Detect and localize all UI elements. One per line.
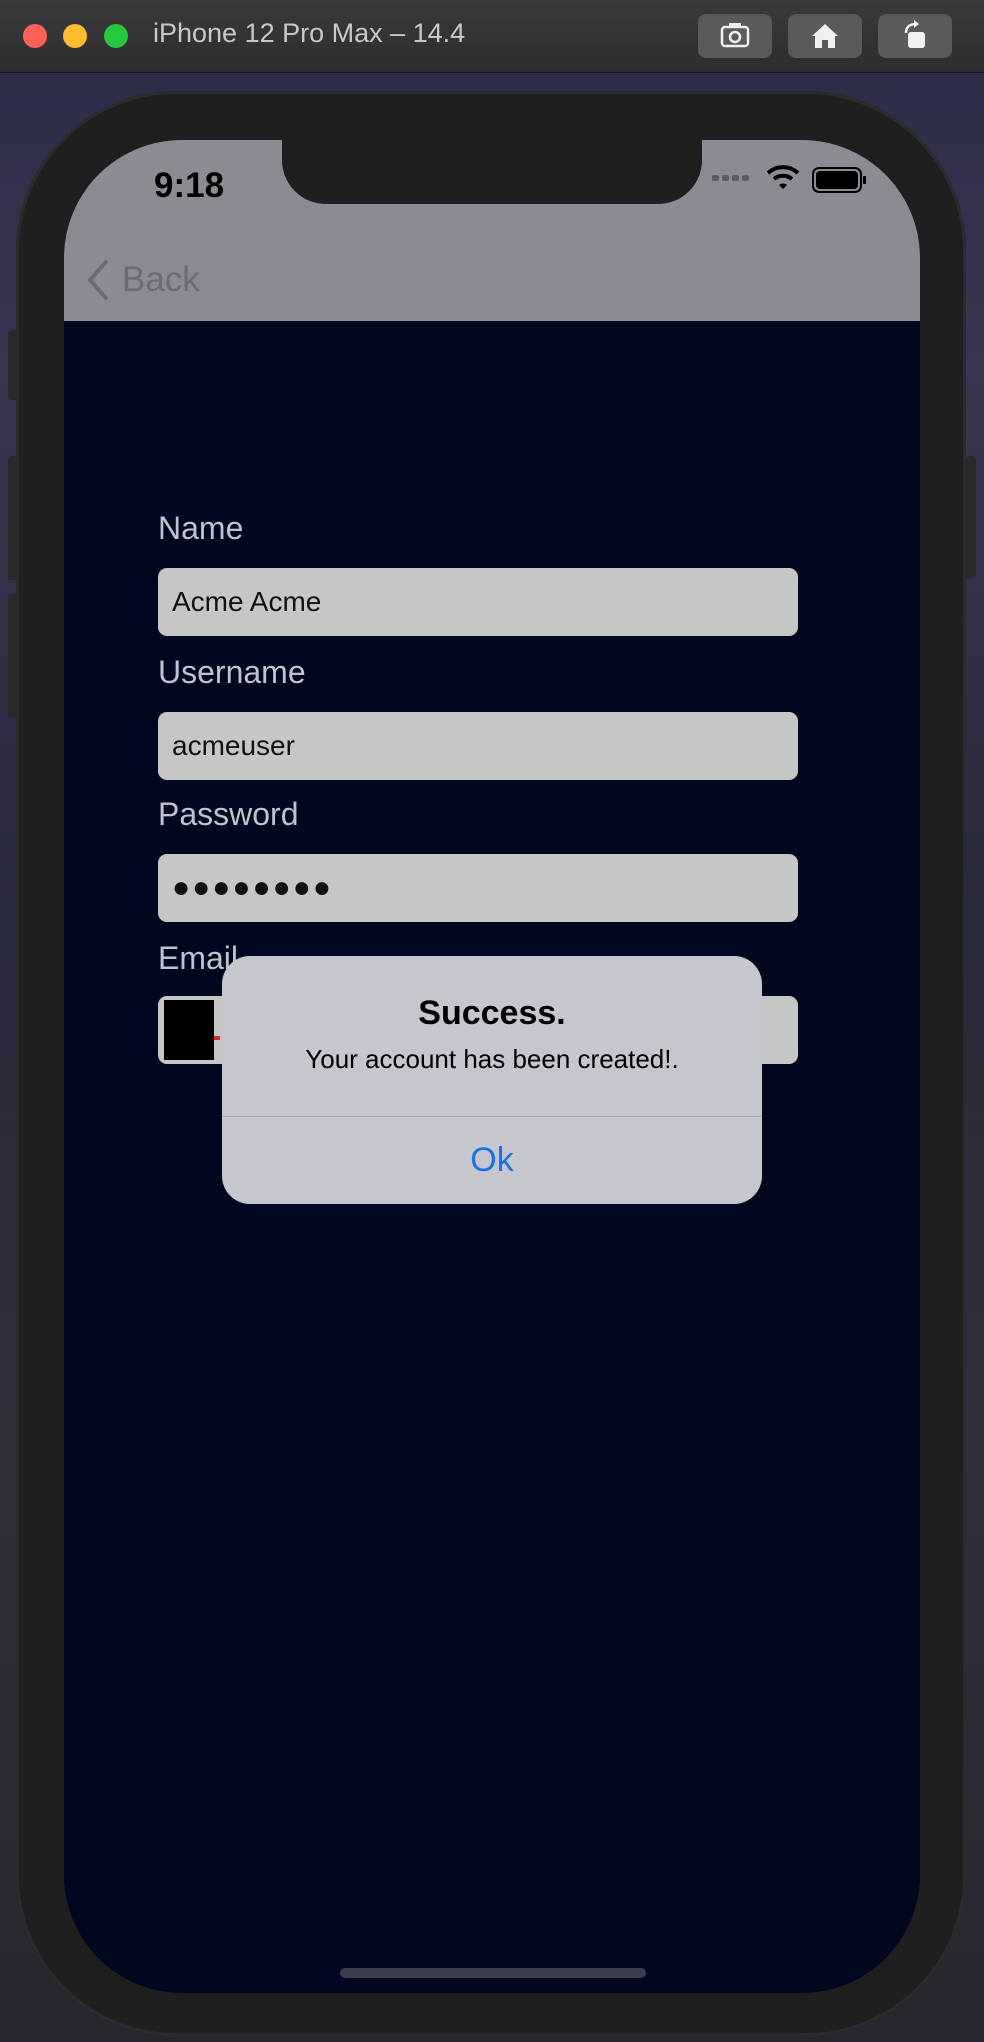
minimize-window-button[interactable] — [63, 24, 87, 48]
notch — [282, 140, 702, 204]
cellular-signal-icon — [712, 175, 749, 181]
back-button[interactable]: Back — [86, 255, 200, 305]
home-indicator[interactable] — [340, 1968, 646, 1978]
rotate-button[interactable] — [878, 14, 952, 58]
status-time: 9:18 — [154, 166, 225, 205]
zoom-window-button[interactable] — [104, 24, 128, 48]
wifi-icon — [766, 165, 800, 189]
home-icon — [812, 24, 838, 48]
home-button[interactable] — [788, 14, 862, 58]
volume-down-button — [8, 594, 18, 718]
username-field-value: acmeuser — [172, 730, 295, 761]
screenshot-button[interactable] — [698, 14, 772, 58]
back-button-label: Back — [122, 260, 200, 299]
password-field[interactable]: ●●●●●●●● — [158, 854, 798, 922]
spellcheck-mark — [214, 1036, 220, 1040]
chevron-left-icon — [88, 260, 108, 300]
username-field[interactable]: acmeuser — [158, 712, 798, 780]
close-window-button[interactable] — [23, 24, 47, 48]
name-field-value: Acme Acme — [172, 586, 322, 617]
success-alert: Success. Your account has been created!.… — [222, 956, 762, 1204]
username-label: Username — [158, 654, 306, 690]
ok-button[interactable]: Ok — [222, 1117, 762, 1204]
password-field-value: ●●●●●●●● — [172, 871, 333, 904]
screenshot-icon — [720, 23, 750, 48]
device-screen: 9:18 Back Name Acme Acme Username acmeus… — [64, 140, 920, 1993]
silent-switch — [8, 330, 18, 400]
keyboard-cursor-overlay — [164, 1000, 214, 1060]
password-label: Password — [158, 796, 299, 832]
power-button — [966, 456, 976, 578]
window-title-bar: iPhone 12 Pro Max – 14.4 — [0, 0, 984, 73]
alert-message: Your account has been created!. — [305, 1044, 679, 1074]
window-title: iPhone 12 Pro Max – 14.4 — [153, 18, 466, 48]
rotate-icon — [904, 20, 925, 48]
name-field[interactable]: Acme Acme — [158, 568, 798, 636]
alert-title: Success. — [418, 994, 566, 1032]
volume-up-button — [8, 456, 18, 580]
name-label: Name — [158, 510, 244, 546]
battery-icon — [812, 167, 866, 193]
